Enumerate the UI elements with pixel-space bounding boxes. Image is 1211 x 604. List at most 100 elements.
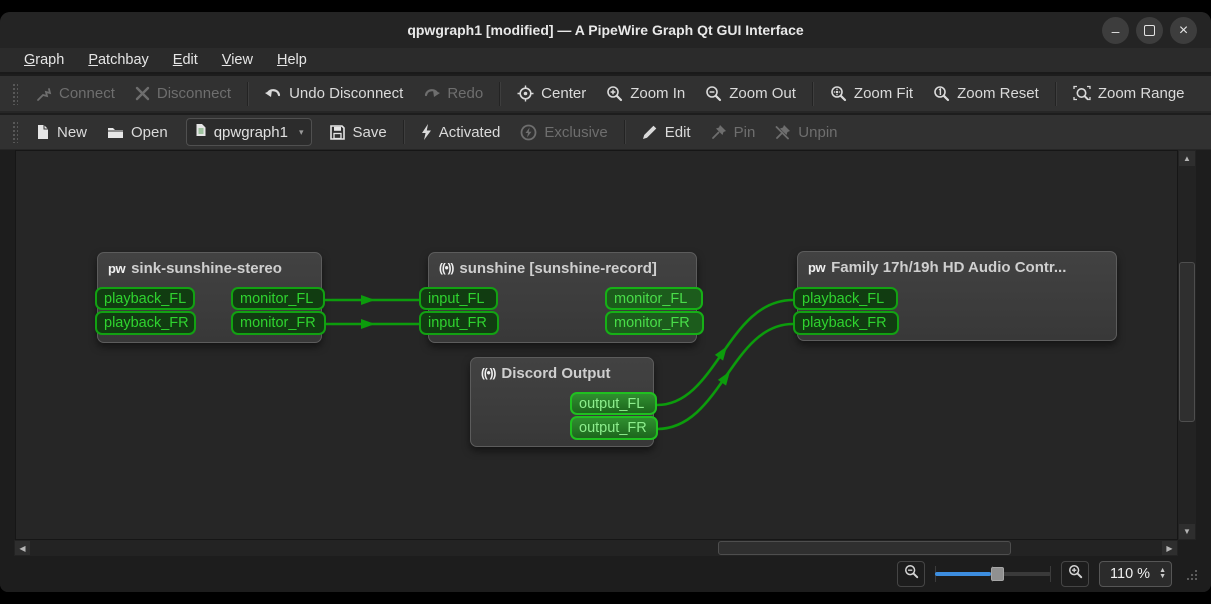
port-monitor-fl[interactable]: monitor_FL xyxy=(605,287,703,310)
resize-grip-dots xyxy=(1187,577,1189,580)
window-title: qpwgraph1 [modified] — A PipeWire Graph … xyxy=(407,22,804,38)
close-button[interactable]: × xyxy=(1170,17,1197,44)
port-playback-fl[interactable]: playback_FL xyxy=(95,287,195,310)
toolbar-separator xyxy=(247,81,250,106)
vertical-scroll-handle[interactable] xyxy=(1179,262,1195,422)
save-patchbay-button[interactable]: Save xyxy=(320,115,396,149)
port-output-fr[interactable]: output_FR xyxy=(570,416,658,440)
menu-edit[interactable]: Edit xyxy=(163,50,208,70)
port-input-fr[interactable]: input_FR xyxy=(419,311,499,335)
redo-button[interactable]: Redo xyxy=(413,76,493,111)
chevron-down-icon: ▾ xyxy=(298,126,304,137)
pin-button[interactable]: Pin xyxy=(701,115,766,149)
open-patchbay-button[interactable]: Open xyxy=(97,115,178,149)
redo-icon xyxy=(423,86,441,101)
disconnect-icon xyxy=(135,86,150,101)
scroll-down-icon: ▼ xyxy=(1183,527,1191,536)
undo-icon xyxy=(265,86,282,101)
zoom-out-button[interactable]: Zoom Out xyxy=(695,76,806,111)
statusbar-zoom-out-button[interactable] xyxy=(897,561,926,587)
patchbay-selector[interactable]: qpwgraph1 ▾ xyxy=(185,118,313,146)
minimize-icon: – xyxy=(1111,22,1120,39)
scroll-up-button[interactable]: ▲ xyxy=(1179,151,1195,166)
open-folder-icon xyxy=(107,125,124,140)
menu-view[interactable]: View xyxy=(212,50,263,70)
menu-bar: Graph Patchbay Edit View Help xyxy=(0,48,1211,74)
window-controls: – × xyxy=(1102,17,1197,44)
zoom-out-icon xyxy=(904,564,919,584)
zoom-in-icon xyxy=(606,85,623,102)
exclusive-toggle[interactable]: Exclusive xyxy=(510,115,617,149)
zoom-range-button[interactable]: Zoom Range xyxy=(1063,76,1195,111)
app-window: qpwgraph1 [modified] — A PipeWire Graph … xyxy=(0,12,1211,592)
zoom-reset-button[interactable]: Zoom Reset xyxy=(923,76,1049,111)
zoom-percent-value: 110 % xyxy=(1110,566,1151,582)
patchbay-toolbar: New Open qpwgraph1 ▾ Save Activated Excl… xyxy=(0,115,1211,150)
connection-arrow-icon xyxy=(361,319,375,329)
zoom-fit-button[interactable]: Zoom Fit xyxy=(820,76,923,111)
center-button[interactable]: Center xyxy=(507,76,596,111)
port-monitor-fl[interactable]: monitor_FL xyxy=(231,287,325,310)
circled-lightning-icon xyxy=(520,124,537,141)
new-patchbay-button[interactable]: New xyxy=(26,115,97,149)
zoom-percent-spinbox[interactable]: 110 % ▲ ▼ xyxy=(1099,561,1172,587)
scroll-left-icon: ◀ xyxy=(19,543,26,553)
port-playback-fr[interactable]: playback_FR xyxy=(793,311,899,335)
toolbar-separator xyxy=(402,120,405,144)
undo-button[interactable]: Undo Disconnect xyxy=(255,76,413,111)
spinbox-arrows[interactable]: ▲ ▼ xyxy=(1156,567,1169,580)
port-monitor-fr[interactable]: monitor_FR xyxy=(605,311,704,335)
scroll-left-button[interactable]: ◀ xyxy=(15,541,30,555)
maximize-icon xyxy=(1144,25,1155,36)
zoom-slider-handle[interactable] xyxy=(991,567,1005,581)
zoom-slider-fill xyxy=(935,572,992,576)
graph-toolbar: Connect Disconnect Undo Disconnect Redo … xyxy=(0,76,1211,113)
scroll-up-icon: ▲ xyxy=(1183,154,1191,163)
unpin-button[interactable]: Unpin xyxy=(765,115,847,149)
toolbar-separator xyxy=(1054,81,1057,106)
port-input-fl[interactable]: input_FL xyxy=(419,287,498,310)
toolbar-drag-handle[interactable] xyxy=(12,121,18,143)
disconnect-button[interactable]: Disconnect xyxy=(125,76,241,111)
maximize-button[interactable] xyxy=(1136,17,1163,44)
edit-button[interactable]: Edit xyxy=(632,115,701,149)
port-playback-fl[interactable]: playback_FL xyxy=(793,287,898,310)
center-icon xyxy=(517,85,534,102)
toolbar-separator xyxy=(811,81,814,106)
port-output-fl[interactable]: output_FL xyxy=(570,392,657,415)
port-monitor-fr[interactable]: monitor_FR xyxy=(231,311,326,335)
pencil-icon xyxy=(642,124,658,140)
zoom-fit-icon xyxy=(830,85,847,102)
connect-button[interactable]: Connect xyxy=(26,76,125,111)
unpin-icon xyxy=(775,124,791,140)
scroll-down-button[interactable]: ▼ xyxy=(1179,524,1195,539)
zoom-slider[interactable] xyxy=(935,564,1052,584)
connection-layer xyxy=(325,295,794,431)
pin-icon xyxy=(711,124,727,140)
horizontal-scroll-handle[interactable] xyxy=(718,541,1011,555)
menu-help[interactable]: Help xyxy=(267,50,317,70)
vertical-scrollbar[interactable]: ▲ ▼ xyxy=(1178,150,1196,540)
toolbar-separator xyxy=(499,81,502,106)
resize-grip[interactable] xyxy=(1186,568,1199,581)
graph-canvas[interactable] xyxy=(15,150,1178,540)
lightning-icon xyxy=(421,124,432,140)
horizontal-scrollbar[interactable]: ◀ ▶ xyxy=(14,540,1178,556)
port-playback-fr[interactable]: playback_FR xyxy=(95,311,196,335)
title-bar[interactable]: qpwgraph1 [modified] — A PipeWire Graph … xyxy=(0,12,1211,48)
statusbar-zoom-in-button[interactable] xyxy=(1061,561,1090,587)
close-icon: × xyxy=(1178,21,1189,39)
zoom-reset-icon xyxy=(933,85,950,102)
connection-arrow-icon xyxy=(361,295,375,305)
status-bar: 110 % ▲ ▼ xyxy=(0,556,1211,592)
toolbar-drag-handle[interactable] xyxy=(12,82,18,105)
zoom-out-icon xyxy=(705,85,722,102)
menu-graph[interactable]: Graph xyxy=(14,50,74,70)
connect-icon xyxy=(36,86,52,102)
zoom-in-button[interactable]: Zoom In xyxy=(596,76,695,111)
scroll-right-button[interactable]: ▶ xyxy=(1162,541,1177,555)
menu-patchbay[interactable]: Patchbay xyxy=(78,50,158,70)
minimize-button[interactable]: – xyxy=(1102,17,1129,44)
activated-toggle[interactable]: Activated xyxy=(411,115,511,149)
new-file-icon xyxy=(36,124,50,140)
